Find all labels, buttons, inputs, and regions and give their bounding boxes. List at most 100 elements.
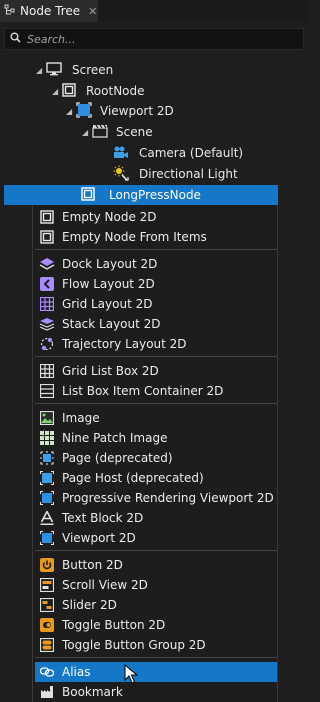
page-icon	[39, 450, 55, 466]
menu-item-label: Image	[62, 411, 100, 425]
tree-label: RootNode	[86, 84, 145, 98]
menu-item-slider-2d[interactable]: Slider 2D	[35, 595, 277, 615]
menu-item-label: Slider 2D	[62, 598, 117, 612]
search-box	[4, 28, 304, 50]
stack-layout-icon	[39, 316, 55, 332]
search-icon	[10, 32, 21, 46]
tree-item-light[interactable]: Directional Light	[113, 164, 238, 184]
tree-label: Screen	[72, 63, 114, 77]
menu-separator	[35, 249, 277, 250]
text-block-icon	[39, 510, 55, 526]
menu-item-text-block-2d[interactable]: Text Block 2D	[35, 508, 277, 528]
search-input[interactable]	[27, 32, 287, 46]
menu-item-trajectory-layout-2d[interactable]: Trajectory Layout 2D	[35, 334, 277, 354]
menu-item-scroll-view-2d[interactable]: Scroll View 2D	[35, 575, 277, 595]
menu-item-label: List Box Item Container 2D	[62, 384, 224, 398]
expand-arrow-icon[interactable]: ◢	[52, 87, 62, 96]
grid-list-box-icon	[39, 363, 55, 379]
menu-item-stack-layout-2d[interactable]: Stack Layout 2D	[35, 314, 277, 334]
node-tree-panel: Node Tree ✕ ◢ Screen ◢	[0, 0, 308, 702]
menu-separator	[35, 356, 277, 357]
trajectory-layout-icon	[39, 336, 55, 352]
grid-layout-icon	[39, 296, 55, 312]
tab-node-tree[interactable]: Node Tree ✕	[0, 0, 98, 22]
node-2d-icon	[81, 186, 95, 204]
node-2d-icon	[62, 82, 76, 100]
menu-item-image[interactable]: Image	[35, 408, 277, 428]
progressive-viewport-icon	[39, 490, 55, 506]
monitor-icon	[46, 61, 62, 79]
menu-item-label: Page (deprecated)	[62, 451, 173, 465]
menu-item-label: Empty Node From Items	[62, 230, 207, 244]
menu-item-label: Text Block 2D	[62, 511, 144, 525]
toggle-button-icon	[39, 617, 55, 633]
light-icon	[113, 165, 129, 184]
button-icon	[39, 557, 55, 573]
list-box-container-icon	[39, 383, 55, 399]
menu-item-empty-node-2d[interactable]: Empty Node 2D	[35, 207, 277, 227]
alias-link-icon	[39, 664, 55, 680]
menu-item-grid-layout-2d[interactable]: Grid Layout 2D	[35, 294, 277, 314]
menu-item-label: Flow Layout 2D	[62, 277, 155, 291]
tree-item-viewport[interactable]: ◢ Viewport 2D	[66, 101, 174, 121]
bookmark-icon	[39, 684, 55, 700]
menu-item-viewport-2d[interactable]: Viewport 2D	[35, 528, 277, 548]
menu-item-dock-layout-2d[interactable]: Dock Layout 2D	[35, 254, 277, 274]
expand-arrow-icon[interactable]: ◢	[66, 107, 76, 116]
close-icon[interactable]: ✕	[88, 5, 97, 18]
menu-item-label: Scroll View 2D	[62, 578, 148, 592]
flow-layout-icon	[39, 276, 55, 292]
menu-item-nine-patch-image[interactable]: Nine Patch Image	[35, 428, 277, 448]
dock-layout-icon	[39, 256, 55, 272]
context-menu: Empty Node 2D Empty Node From Items Dock…	[32, 205, 278, 702]
page-host-icon	[39, 470, 55, 486]
tree-item-camera[interactable]: Camera (Default)	[113, 143, 243, 163]
menu-item-label: Stack Layout 2D	[62, 317, 161, 331]
node-2d-icon	[39, 229, 55, 245]
expand-arrow-icon[interactable]: ◢	[36, 66, 46, 75]
menu-item-alias[interactable]: Alias	[35, 662, 277, 684]
scroll-view-icon	[39, 577, 55, 593]
toggle-button-group-icon	[39, 637, 55, 653]
menu-item-page-deprecated[interactable]: Page (deprecated)	[35, 448, 277, 468]
node-tree-icon	[4, 4, 16, 19]
viewport-icon	[39, 530, 55, 546]
menu-item-toggle-button-2d[interactable]: Toggle Button 2D	[35, 615, 277, 635]
tree-item-screen[interactable]: ◢ Screen	[36, 60, 113, 80]
menu-item-grid-list-box-2d[interactable]: Grid List Box 2D	[35, 361, 277, 381]
camera-icon	[113, 145, 129, 162]
expand-arrow-icon[interactable]: ◢	[82, 128, 92, 137]
tab-bar: Node Tree ✕	[0, 0, 308, 22]
menu-item-label: Toggle Button Group 2D	[62, 638, 206, 652]
slider-icon	[39, 597, 55, 613]
menu-item-toggle-button-group-2d[interactable]: Toggle Button Group 2D	[35, 635, 277, 655]
tree-item-scene[interactable]: ◢ Scene	[82, 122, 153, 142]
tree-item-rootnode[interactable]: ◢ RootNode	[52, 81, 145, 101]
tab-title: Node Tree	[20, 4, 81, 18]
menu-item-page-host-deprecated[interactable]: Page Host (deprecated)	[35, 468, 277, 488]
menu-item-empty-node-from-items[interactable]: Empty Node From Items	[35, 227, 277, 247]
tree-label: Viewport 2D	[100, 104, 174, 118]
menu-item-label: Nine Patch Image	[62, 431, 168, 445]
menu-separator	[35, 550, 277, 551]
menu-item-label: Progressive Rendering Viewport 2D	[62, 491, 274, 505]
node-2d-icon	[39, 209, 55, 225]
menu-item-progressive-rendering-viewport-2d[interactable]: Progressive Rendering Viewport 2D	[35, 488, 277, 508]
menu-separator	[35, 403, 277, 404]
menu-item-label: Page Host (deprecated)	[62, 471, 204, 485]
menu-item-list-box-item-container-2d[interactable]: List Box Item Container 2D	[35, 381, 277, 401]
viewport-icon	[76, 101, 92, 121]
tree-item-longpressnode[interactable]: LongPressNode	[81, 185, 201, 205]
menu-item-label: Alias	[62, 665, 91, 679]
menu-item-label: Button 2D	[62, 558, 123, 572]
nine-patch-icon	[39, 430, 55, 446]
menu-item-label: Dock Layout 2D	[62, 257, 158, 271]
menu-item-label: Viewport 2D	[62, 531, 136, 545]
menu-item-label: Grid Layout 2D	[62, 297, 153, 311]
tree-label: Scene	[116, 125, 153, 139]
menu-item-bookmark[interactable]: Bookmark	[35, 682, 277, 702]
menu-item-button-2d[interactable]: Button 2D	[35, 555, 277, 575]
clapperboard-icon	[92, 124, 108, 141]
menu-item-flow-layout-2d[interactable]: Flow Layout 2D	[35, 274, 277, 294]
tree-label: LongPressNode	[109, 188, 201, 202]
